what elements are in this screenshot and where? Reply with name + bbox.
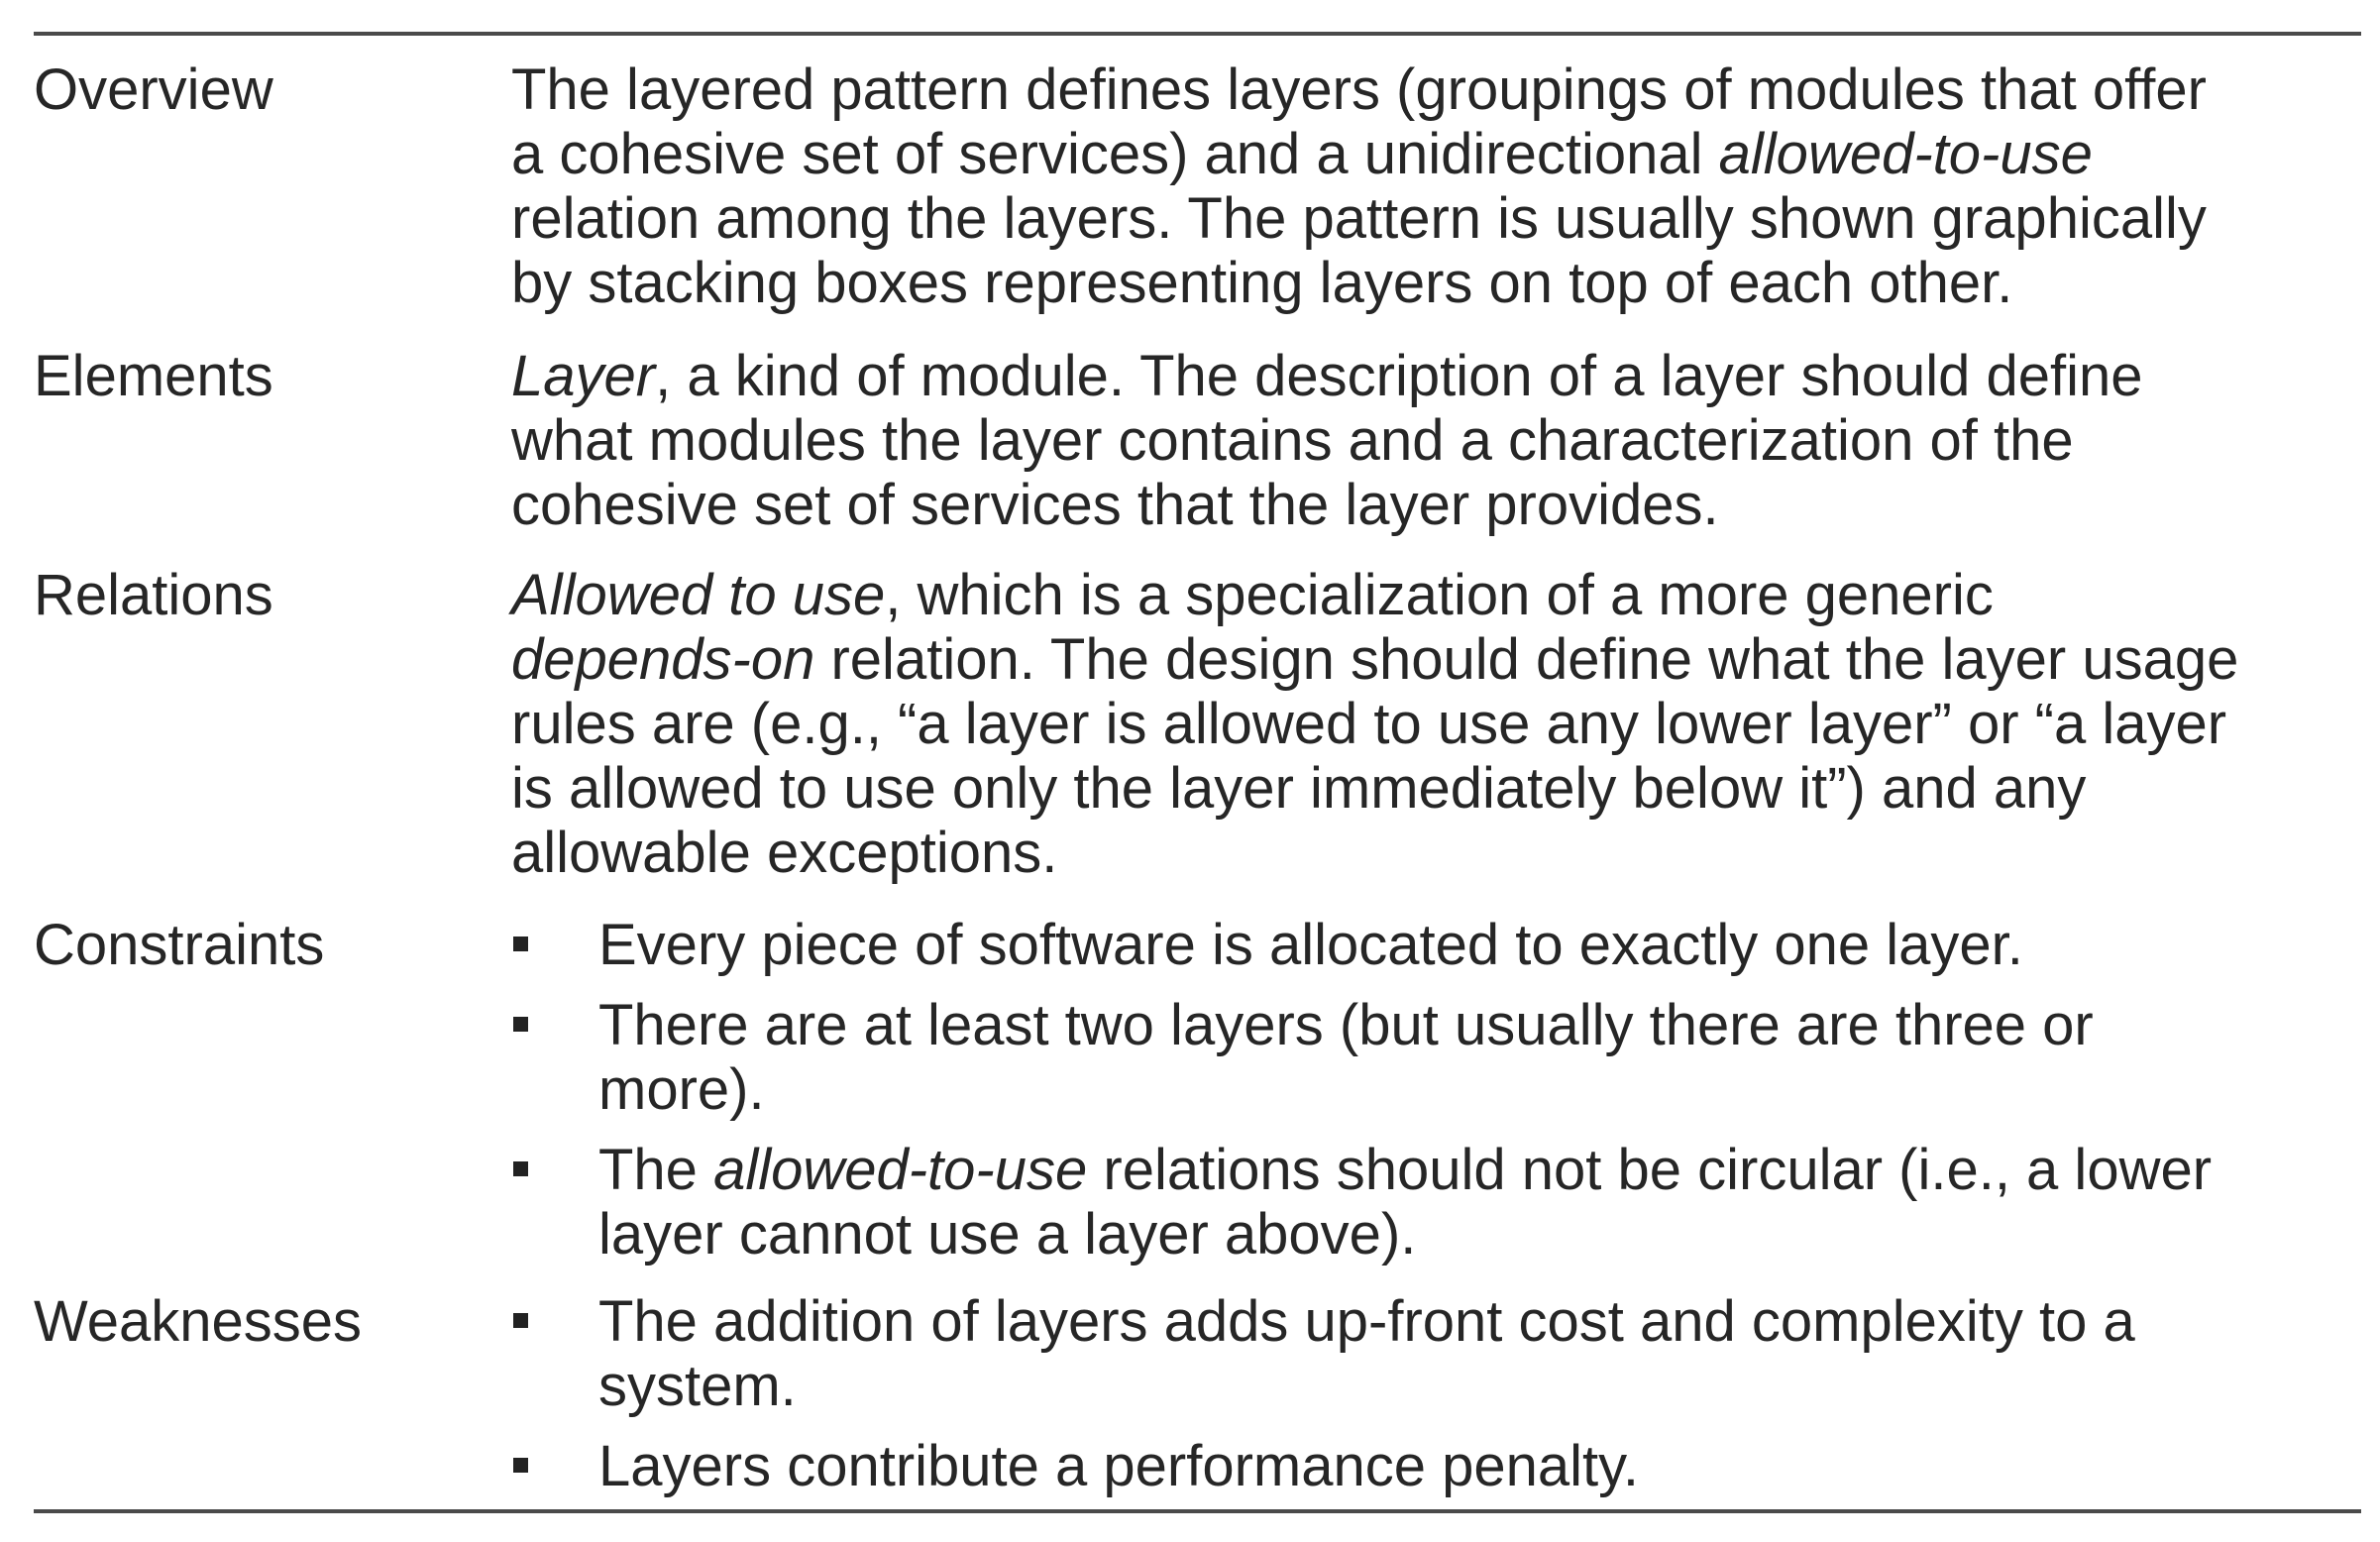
row-label-weaknesses: Weaknesses bbox=[34, 1289, 362, 1354]
list-item: There are at least two layers (but usual… bbox=[511, 993, 2364, 1122]
bullet-line: system. bbox=[598, 1354, 797, 1418]
description-line: Layer, a kind of module. The description… bbox=[511, 344, 2364, 408]
pattern-table: Overview The layered pattern defines lay… bbox=[0, 0, 2380, 1542]
row-description-elements: Layer, a kind of module. The description… bbox=[511, 344, 2364, 537]
description-line: The layered pattern defines layers (grou… bbox=[511, 57, 2207, 122]
description-line: cohesive set of services that the layer … bbox=[511, 473, 1719, 537]
bullet-line: Layers contribute a performance penalty. bbox=[598, 1434, 1639, 1498]
bullet-line: Every piece of software is allocated to … bbox=[598, 913, 2023, 977]
row-description-relations: Allowed to use, which is a specializatio… bbox=[511, 563, 2364, 885]
bullet-line: The allowed-to-use relations should not … bbox=[598, 1138, 2364, 1202]
line-text: relations should not be circular (i.e., … bbox=[1087, 1138, 2213, 1202]
list-item: The allowed-to-use relations should not … bbox=[511, 1138, 2364, 1267]
bullet-line: layer cannot use a layer above). bbox=[598, 1202, 1417, 1267]
italic-term: allowed-to-use bbox=[713, 1138, 1088, 1202]
description-line: allowable exceptions. bbox=[511, 821, 1058, 885]
bottom-rule bbox=[34, 1509, 2361, 1513]
row-label-elements: Elements bbox=[34, 344, 273, 408]
bullet-text: The allowed-to-use relations should not … bbox=[598, 1138, 2364, 1267]
bullet-square-icon bbox=[513, 1313, 528, 1328]
constraints-list: Every piece of software is allocated to … bbox=[511, 913, 2364, 1267]
weaknesses-list: The addition of layers adds up-front cos… bbox=[511, 1289, 2364, 1498]
bullet-line: The addition of layers adds up-front cos… bbox=[598, 1289, 2135, 1354]
bullet-square-icon bbox=[513, 1458, 528, 1473]
description-line: is allowed to use only the layer immedia… bbox=[511, 756, 2087, 821]
row-label-constraints: Constraints bbox=[34, 913, 325, 977]
description-line: depends-on relation. The design should d… bbox=[511, 627, 2364, 692]
description-line: a cohesive set of services) and a unidir… bbox=[511, 122, 2364, 186]
bullet-text: The addition of layers adds up-front cos… bbox=[598, 1289, 2364, 1418]
bullet-square-icon bbox=[513, 936, 528, 951]
description-line: what modules the layer contains and a ch… bbox=[511, 408, 2074, 473]
row-label-overview: Overview bbox=[34, 57, 273, 122]
italic-term: depends-on bbox=[511, 627, 815, 692]
italic-term: allowed-to-use bbox=[1718, 122, 2093, 186]
bullet-text: There are at least two layers (but usual… bbox=[598, 993, 2364, 1122]
bullet-text: Layers contribute a performance penalty. bbox=[598, 1434, 2364, 1498]
line-text: , a kind of module. The description of a… bbox=[655, 344, 2143, 408]
row-description-overview: The layered pattern defines layers (grou… bbox=[511, 57, 2364, 315]
list-item: Layers contribute a performance penalty. bbox=[511, 1434, 2364, 1498]
description-line: Allowed to use, which is a specializatio… bbox=[511, 563, 2364, 627]
italic-term: Allowed to use bbox=[511, 563, 886, 627]
bullet-line: more). bbox=[598, 1057, 765, 1122]
line-text: , which is a specialization of a more ge… bbox=[885, 563, 1994, 627]
list-item: Every piece of software is allocated to … bbox=[511, 913, 2364, 977]
line-text: The bbox=[598, 1138, 714, 1202]
italic-term: Layer bbox=[511, 344, 656, 408]
bullet-line: There are at least two layers (but usual… bbox=[598, 993, 2094, 1057]
bullet-square-icon bbox=[513, 1017, 528, 1032]
bullet-text: Every piece of software is allocated to … bbox=[598, 913, 2364, 977]
row-label-relations: Relations bbox=[34, 563, 273, 627]
list-item: The addition of layers adds up-front cos… bbox=[511, 1289, 2364, 1418]
bullet-square-icon bbox=[513, 1161, 528, 1176]
line-text: relation. The design should define what … bbox=[814, 627, 2239, 692]
description-line: relation among the layers. The pattern i… bbox=[511, 186, 2207, 251]
line-text: a cohesive set of services) and a unidir… bbox=[511, 122, 1719, 186]
description-line: by stacking boxes representing layers on… bbox=[511, 251, 2013, 315]
description-line: rules are (e.g., “a layer is allowed to … bbox=[511, 692, 2227, 756]
top-rule bbox=[34, 32, 2361, 36]
